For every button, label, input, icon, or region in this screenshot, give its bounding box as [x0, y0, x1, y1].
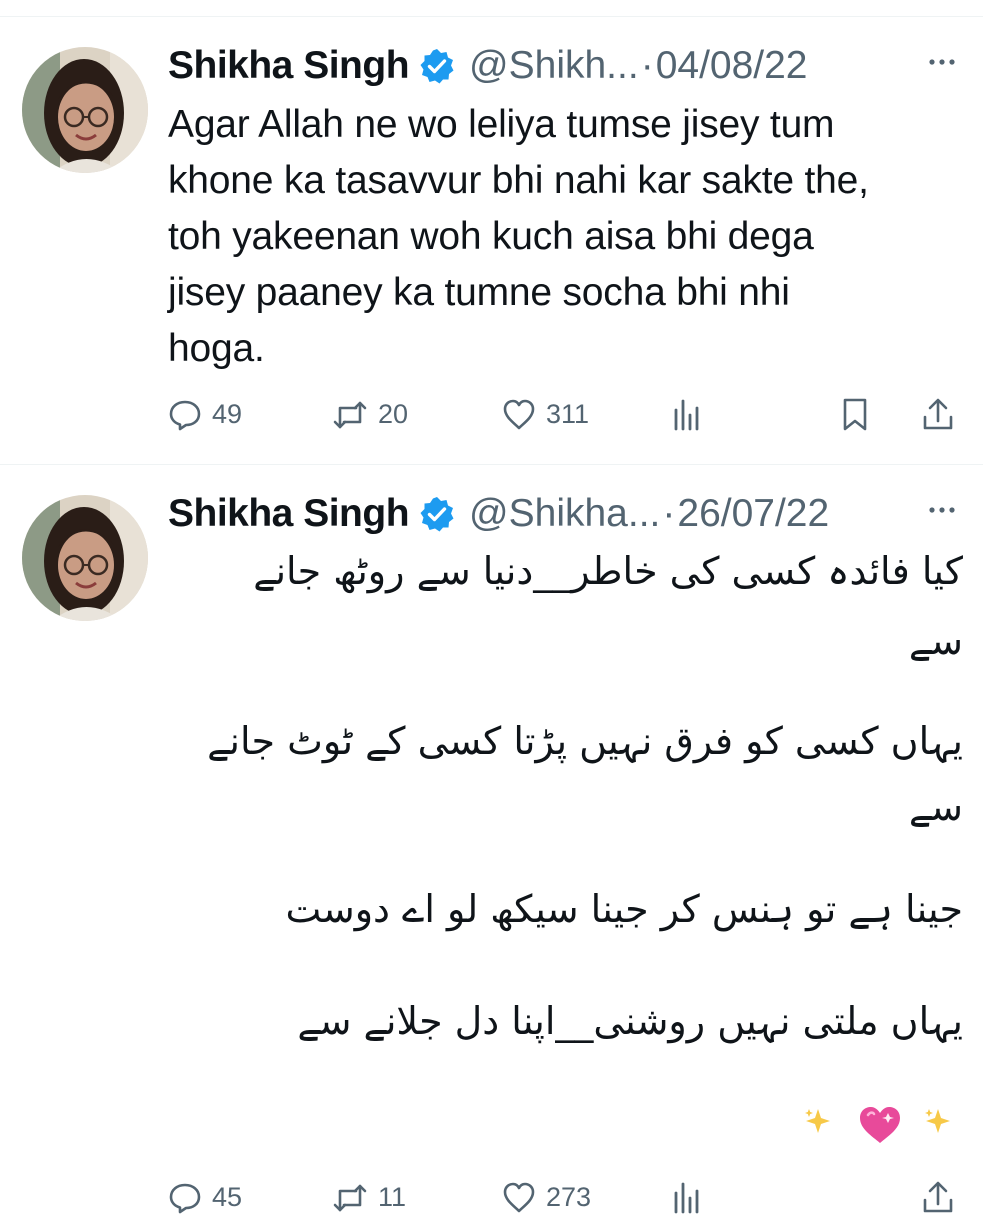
tweet-header: Shikha Singh @Shikha... · 26/07/22	[168, 489, 968, 539]
avatar[interactable]	[22, 495, 148, 621]
separator-dot: ·	[662, 492, 676, 535]
tweet-card[interactable]: Shikha Singh @Shikha... · 26/07/22 کیا ف…	[0, 465, 983, 1214]
like-count: 311	[546, 398, 590, 429]
tweet-text-line: جینا ہے تو ہنس کر جینا سیکھ لو اے دوست	[285, 887, 963, 931]
reply-count: 45	[212, 1181, 243, 1212]
retweet-icon	[333, 401, 367, 429]
bar-chart-icon	[674, 1182, 699, 1214]
heart-icon	[503, 1182, 535, 1213]
tweet-date[interactable]: 04/08/22	[656, 44, 808, 88]
views-button[interactable]	[670, 394, 704, 434]
tweet-text-line: سے	[908, 785, 963, 829]
tweet-text: Agar Allah ne wo leliya tumse jisey tum …	[168, 97, 928, 377]
sparkles-emoji-icon	[925, 1109, 950, 1133]
author-handle[interactable]: @Shikh...	[469, 44, 639, 88]
share-button[interactable]	[921, 394, 955, 434]
tweet-text-line: کیا فائدہ کسی کی خاطر__دنیا سے روٹھ جانے	[253, 549, 963, 593]
reply-button[interactable]: 45	[168, 1177, 242, 1217]
emoji-row	[800, 1097, 965, 1157]
author-name[interactable]: Shikha Singh	[168, 44, 410, 88]
share-icon	[923, 1181, 953, 1213]
author-handle[interactable]: @Shikha...	[469, 492, 660, 536]
bookmark-button[interactable]	[838, 394, 872, 434]
separator-dot: ·	[640, 44, 654, 87]
tweet-text-line: toh yakeenan woh kuch aisa bhi dega	[168, 215, 814, 258]
retweet-count: 20	[378, 398, 409, 429]
tweet-text-line: hoga.	[168, 327, 265, 370]
heart-icon	[503, 399, 535, 430]
retweet-button[interactable]: 20	[332, 394, 408, 434]
bar-chart-icon	[674, 399, 699, 431]
sparkling-heart-emoji-icon	[858, 1105, 902, 1145]
sparkles-emoji-icon	[805, 1109, 830, 1133]
avatar[interactable]	[22, 47, 148, 173]
tweet-text-line: khone ka tasavvur bhi nahi kar sakte the…	[168, 159, 869, 202]
bookmark-icon	[843, 398, 867, 431]
retweet-count: 11	[378, 1181, 407, 1212]
reply-icon	[169, 400, 201, 431]
like-count: 273	[546, 1181, 592, 1212]
retweet-button[interactable]: 11	[332, 1177, 406, 1217]
views-button[interactable]	[670, 1177, 704, 1217]
like-button[interactable]: 273	[502, 1177, 591, 1217]
tweet-card[interactable]: Shikha Singh @Shikh... · 04/08/22 Agar A…	[0, 17, 983, 464]
reply-button[interactable]: 49	[168, 394, 242, 434]
like-button[interactable]: 311	[502, 394, 589, 434]
retweet-icon	[333, 1184, 367, 1212]
verified-badge-icon	[418, 495, 456, 534]
action-bar: 45 11 273	[168, 1177, 968, 1217]
tweet-header: Shikha Singh @Shikh... · 04/08/22	[168, 41, 968, 91]
reply-count: 49	[212, 398, 243, 429]
tweet-text-line: یہاں کسی کو فرق نہیں پڑتا کسی کے ٹوٹ جان…	[207, 719, 963, 763]
reply-icon	[169, 1183, 201, 1214]
author-name[interactable]: Shikha Singh	[168, 492, 410, 536]
tweet-text-line: Agar Allah ne wo leliya tumse jisey tum	[168, 103, 835, 146]
tweet-text-line: یہاں ملتی نہیں روشنی__اپنا دل جلانے سے	[297, 999, 963, 1043]
tweet-text-line: jisey paaney ka tumne socha bhi nhi	[168, 271, 790, 314]
more-options-icon[interactable]	[925, 493, 959, 527]
tweet-text-line: سے	[908, 619, 963, 663]
action-bar: 49 20 311	[168, 394, 968, 434]
more-options-icon[interactable]	[925, 45, 959, 79]
tweet-date[interactable]: 26/07/22	[677, 492, 829, 536]
share-icon	[923, 398, 953, 430]
verified-badge-icon	[418, 47, 456, 86]
share-button[interactable]	[921, 1177, 955, 1217]
